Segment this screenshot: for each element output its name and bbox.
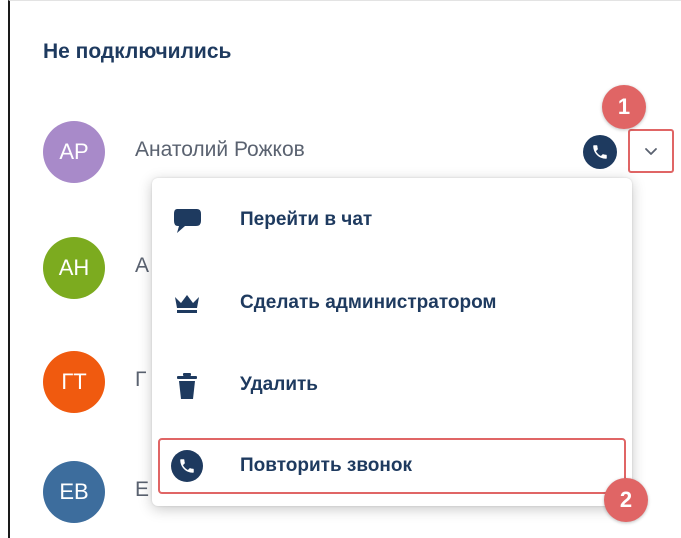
participant-row[interactable]: АР Анатолий Рожков [43,121,673,183]
menu-item-delete[interactable]: Удалить [152,355,632,415]
phone-icon [170,449,204,483]
participant-context-menu: Перейти в чат Сделать администратором Уд… [152,178,632,506]
menu-item-go-to-chat[interactable]: Перейти в чат [152,190,632,250]
avatar: ЕВ [43,461,105,523]
participant-name: Анатолий Рожков [135,138,305,161]
phone-icon [593,145,607,159]
avatar: ГТ [43,351,105,413]
menu-item-label: Удалить [240,374,318,395]
step-badge-2: 2 [604,478,648,522]
menu-item-label: Перейти в чат [240,209,373,230]
participant-name: А [135,254,150,277]
participant-name: Е [135,478,150,501]
menu-item-retry-call[interactable]: Повторить звонок [158,438,626,494]
section-title: Не подключились [43,40,232,63]
menu-item-label: Сделать администратором [240,292,497,313]
avatar: АР [43,121,105,183]
menu-item-label: Повторить звонок [240,455,412,476]
crown-icon [170,287,204,321]
chat-icon [170,204,204,238]
avatar: АН [43,237,105,299]
step-badge-1: 1 [602,85,646,129]
participant-name: Г [135,368,147,391]
menu-item-make-admin[interactable]: Сделать администратором [152,273,632,333]
trash-icon [170,369,204,403]
chevron-down-icon [645,148,657,155]
participant-menu-button[interactable] [628,129,674,173]
call-status-badge[interactable] [583,135,617,169]
